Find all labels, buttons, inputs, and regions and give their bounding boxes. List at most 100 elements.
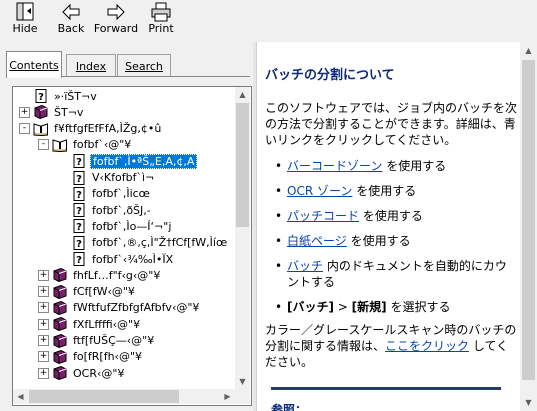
- scroll-down-arrow-icon[interactable]: ▼: [520, 394, 537, 411]
- tree-item-label: fXfLffffi‹@"¥: [73, 317, 141, 331]
- tree-item[interactable]: + fXfLffffi‹@"¥: [38, 316, 142, 332]
- tree-item[interactable]: + OCR‹@"¥: [38, 365, 126, 381]
- tree-item[interactable]: ? fofbf`‹¾‰Ì•ÏX: [57, 251, 175, 267]
- tab-search-label: Search: [125, 59, 163, 73]
- hide-button[interactable]: Hide: [8, 2, 42, 40]
- expand-icon[interactable]: +: [38, 318, 49, 330]
- svg-text:?: ?: [76, 174, 82, 185]
- book-closed-icon: [33, 105, 52, 120]
- tree-item[interactable]: ? fofbf`,Ìo—Í‘¬"j: [57, 218, 173, 234]
- back-arrow-icon: [62, 3, 80, 21]
- collapse-icon[interactable]: -: [19, 123, 30, 135]
- tree-item[interactable]: - fofbf`‹@"¥: [38, 137, 133, 153]
- list-item: • 白紙ページ を使用する: [275, 234, 411, 248]
- tree-item-label: OCR‹@"¥: [73, 366, 125, 380]
- scroll-thumb[interactable]: [236, 103, 249, 227]
- page-help-icon: ?: [71, 203, 90, 218]
- tab-index[interactable]: Index: [66, 54, 116, 77]
- scroll-right-arrow-icon[interactable]: ▶: [220, 389, 235, 404]
- forward-button[interactable]: Forward: [93, 2, 139, 40]
- tree-item-label: ŠT¬v: [54, 105, 84, 119]
- tree-item[interactable]: ? fofbf`,Ì•ªŠ„E,A,¢,A: [57, 153, 198, 169]
- tree-item[interactable]: ? V‹Kfofbf`ì¬: [57, 170, 156, 186]
- expand-icon[interactable]: +: [38, 335, 49, 346]
- tree-item[interactable]: ? fofbf`,®,ç,Ì"Ž†fCf[fW,Ìíœ: [57, 235, 229, 251]
- book-closed-icon: [52, 268, 71, 283]
- section-divider: [271, 387, 501, 390]
- collapse-icon[interactable]: -: [38, 139, 49, 151]
- svg-text:?: ?: [38, 92, 44, 103]
- book-closed-icon: [52, 349, 71, 364]
- svg-text:?: ?: [76, 239, 82, 250]
- barcode-zone-link[interactable]: バーコードゾーン: [287, 159, 382, 173]
- tab-contents-label: Contents: [9, 58, 59, 72]
- tree-horizontal-scrollbar[interactable]: ◀ ▶: [13, 389, 235, 404]
- batch-link[interactable]: バッチ: [287, 259, 323, 273]
- printer-icon: [151, 2, 171, 22]
- ocr-zone-link[interactable]: OCR ゾーン: [287, 184, 352, 198]
- tree-view: ? »·ïŠT¬v + ŠT¬v - f¥ftfgfEfFfA,ÌŽg,¢•û - fofbf…: [13, 87, 235, 389]
- tree-item[interactable]: + fhfLf…f"f‹g‹@"¥: [38, 267, 162, 283]
- scroll-thumb[interactable]: [522, 60, 535, 380]
- patch-code-link[interactable]: パッチコード: [287, 209, 359, 223]
- forward-arrow-icon: [107, 3, 125, 21]
- tree-item-label: fofbf`,Ìo—Í‘¬"j: [92, 219, 172, 233]
- book-closed-icon: [52, 284, 71, 299]
- tab-contents[interactable]: Contents: [6, 51, 62, 78]
- tree-vertical-scrollbar[interactable]: ▲ ▼: [235, 87, 250, 389]
- scroll-left-arrow-icon[interactable]: ◀: [13, 389, 28, 404]
- scroll-up-arrow-icon[interactable]: ▲: [235, 87, 250, 102]
- click-here-link[interactable]: ここをクリック: [385, 339, 469, 353]
- tree-item[interactable]: ? fofbf`,ðŠJ‚-: [57, 202, 153, 218]
- tree-item[interactable]: ? fofbf`,Ìicœ: [57, 186, 152, 202]
- hide-label: Hide: [12, 22, 38, 35]
- list-item: • バーコードゾーン を使用する: [275, 159, 447, 173]
- tree-item[interactable]: + fo[fR[fh‹@"¥: [38, 349, 144, 365]
- svg-text:?: ?: [76, 255, 82, 266]
- scroll-up-arrow-icon[interactable]: ▲: [520, 42, 537, 59]
- back-button[interactable]: Back: [54, 2, 88, 40]
- page-help-icon: ?: [71, 154, 90, 169]
- page-help-icon: ?: [71, 252, 90, 266]
- tree-item[interactable]: - f¥ftfgfEfFfA,ÌŽg,¢•û: [19, 121, 163, 137]
- blank-page-link[interactable]: 白紙ページ: [287, 234, 347, 248]
- contents-tree: ? »·ïŠT¬v + ŠT¬v - f¥ftfgfEfFfA,ÌŽg,¢•û - fofbf…: [12, 86, 252, 406]
- tree-item[interactable]: + fWftfufZfbfgfAfbfv‹@"¥: [38, 300, 201, 316]
- hide-pane-icon: [16, 2, 34, 21]
- expand-icon[interactable]: +: [38, 302, 49, 314]
- navigation-pane: Contents Index Search ? »·ïŠT¬v + ŠT¬v - f¥ft…: [0, 42, 253, 411]
- page-title: バッチの分割について: [265, 68, 395, 83]
- forward-label: Forward: [93, 22, 139, 35]
- intro-paragraph: このソフトウェアでは、ジョブ内のバッチを次の方法で分割することができます。詳細は…: [265, 101, 518, 147]
- expand-icon[interactable]: +: [38, 351, 49, 363]
- tree-item-label: ftf[fUŠÇ—‹@"¥: [73, 334, 155, 347]
- scroll-down-arrow-icon[interactable]: ▼: [235, 374, 250, 389]
- tab-search[interactable]: Search: [117, 54, 171, 77]
- tree-item-label: fhfLf…f"f‹g‹@"¥: [73, 268, 161, 282]
- scroll-thumb[interactable]: [29, 390, 179, 403]
- book-closed-icon: [52, 300, 71, 315]
- expand-icon[interactable]: +: [38, 269, 49, 281]
- expand-icon[interactable]: +: [19, 106, 30, 118]
- tree-item-label: fofbf`,ðŠJ‚-: [92, 203, 151, 217]
- expand-icon[interactable]: +: [38, 286, 49, 298]
- tree-item[interactable]: ? »·ïŠT¬v: [19, 88, 99, 104]
- tree-item-label: f¥ftfgfEfFfA,ÌŽg,¢•û: [54, 122, 162, 136]
- content-vertical-scrollbar[interactable]: ▲ ▼: [520, 42, 537, 411]
- tree-item[interactable]: + ŠT¬v: [19, 104, 85, 120]
- tree-item-label: fofbf`‹@"¥: [73, 138, 132, 152]
- tree-item-label: fofbf`,®,ç,Ì"Ž†fCf[fW,Ìíœ: [92, 236, 228, 250]
- list-item: • パッチコード を使用する: [275, 209, 423, 223]
- tree-item[interactable]: + ftf[fUŠÇ—‹@"¥: [38, 333, 156, 349]
- see-also-heading: 参照：: [271, 403, 308, 411]
- scroll-corner: [235, 389, 250, 404]
- expand-icon[interactable]: +: [38, 367, 49, 379]
- print-button[interactable]: Print: [145, 2, 177, 40]
- list-item: • [バッチ] > [新規] を選択する: [275, 300, 451, 314]
- tree-item[interactable]: + fCf[fW‹@"¥: [38, 284, 137, 300]
- svg-text:?: ?: [76, 222, 82, 233]
- book-open-icon: [33, 122, 52, 136]
- book-open-icon: [52, 138, 71, 152]
- book-closed-icon: [52, 366, 71, 381]
- topic-content: バッチの分割について このソフトウェアでは、ジョブ内のバッチを次の方法で分割する…: [256, 42, 521, 411]
